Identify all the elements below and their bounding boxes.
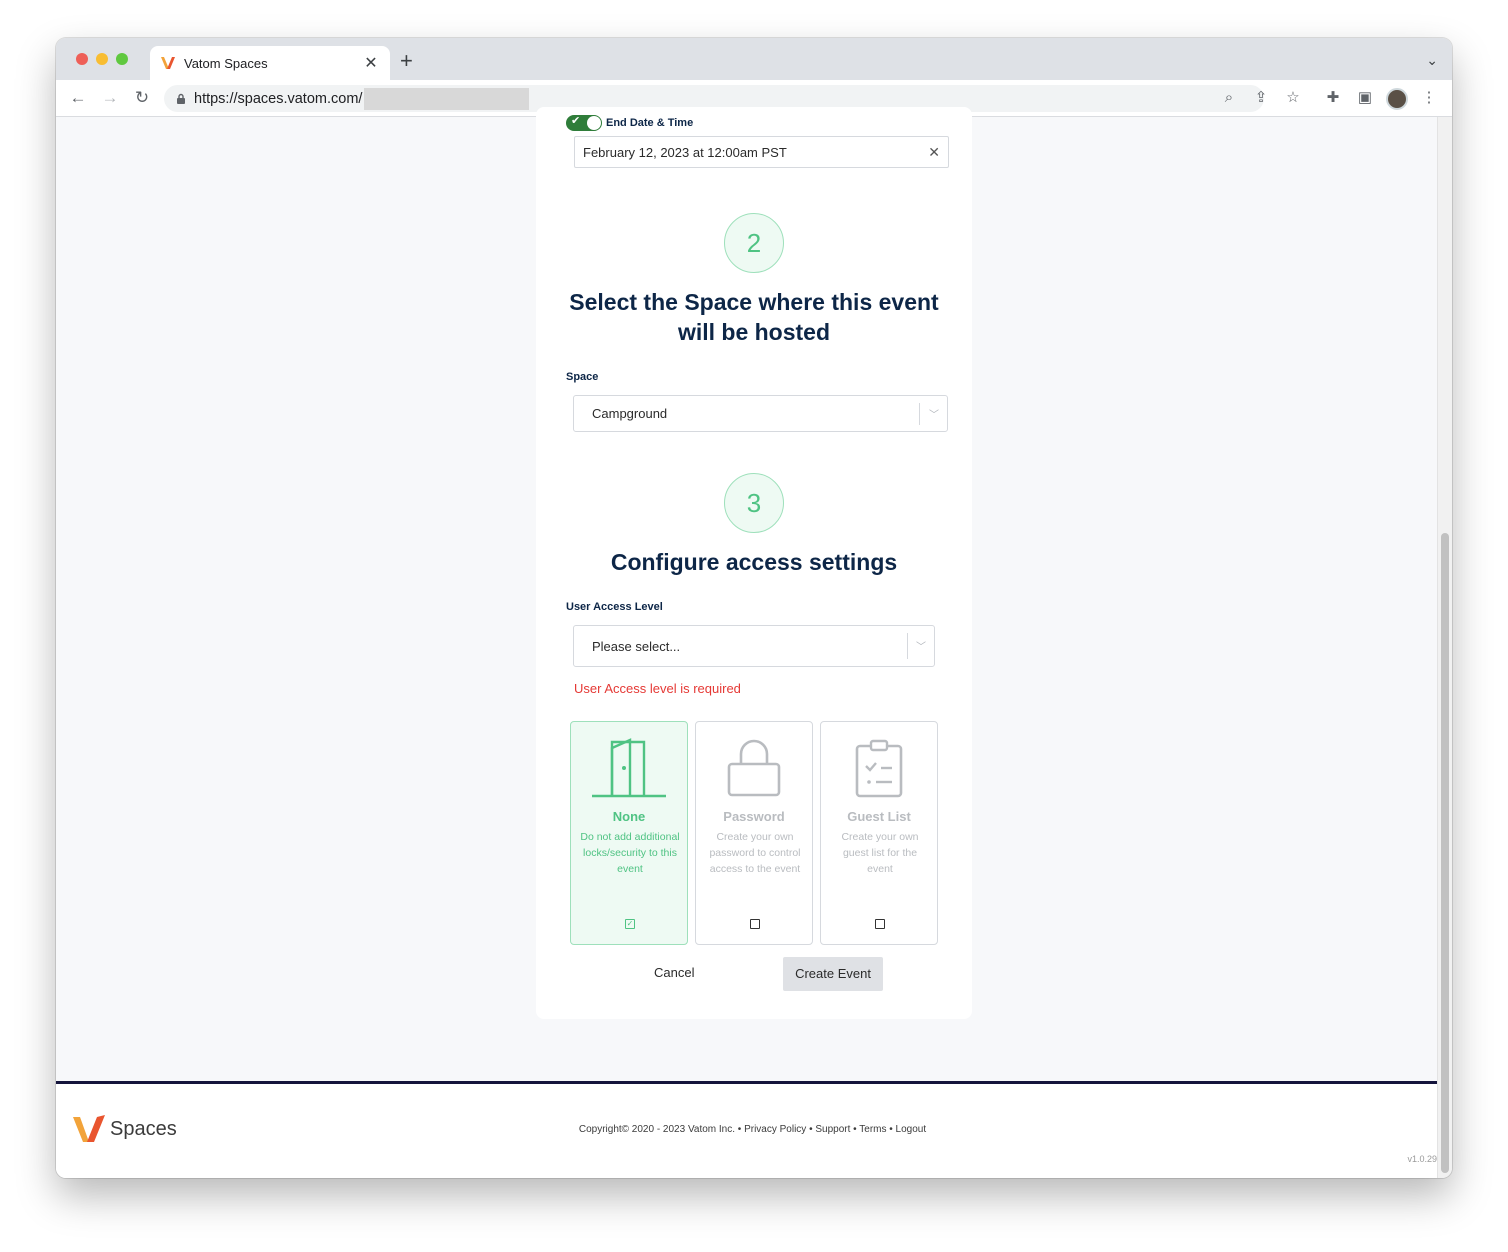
tab-close-icon[interactable]: ✕ [362,53,380,73]
back-arrow-icon[interactable]: ← [68,88,88,108]
access-option-none[interactable]: None Do not add additional locks/securit… [570,721,688,945]
option-description: Create your own password to control acce… [709,831,801,875]
checkbox-checked-icon[interactable]: ✓ [625,919,635,929]
space-label: Space [566,371,599,383]
create-event-button[interactable]: Create Event [783,957,883,991]
page-scrollbar[interactable] [1437,117,1452,1178]
access-level-placeholder: Please select... [592,638,681,654]
option-title: Password [723,809,785,824]
footer-links[interactable]: Copyright© 2020 - 2023 Vatom Inc. • Priv… [56,1124,1449,1135]
space-select[interactable]: Campground ﹀ [573,395,948,432]
extensions-puzzle-icon[interactable]: ✚ [1324,89,1342,107]
option-title: None [612,809,646,824]
access-level-select[interactable]: Please select... ﹀ [573,625,935,667]
vatom-favicon-icon [161,57,175,69]
page-viewport: ✔ End Date & Time February 12, 2023 at 1… [56,107,1437,1178]
option-description: Do not add additional locks/security to … [580,831,680,875]
clipboard-checklist-icon [855,739,903,798]
tab-title: Vatom Spaces [184,55,268,71]
end-date-toggle[interactable]: ✔ [566,115,602,131]
close-window-button[interactable] [76,53,88,65]
create-event-form: ✔ End Date & Time February 12, 2023 at 1… [536,107,972,1019]
app-version: v1.0.29 [1407,1154,1437,1164]
toggle-check-icon: ✔ [571,115,581,127]
side-panel-icon[interactable]: ▣ [1356,89,1374,107]
clear-date-icon[interactable]: ✕ [928,144,940,161]
space-select-value: Campground [592,406,668,421]
reload-icon[interactable]: ↻ [132,88,152,108]
maximize-window-button[interactable] [116,53,128,65]
option-title: Guest List [847,809,911,824]
zoom-icon[interactable]: ⌕ [1220,89,1238,107]
new-tab-icon[interactable]: + [400,50,413,72]
checkbox-unchecked-icon[interactable] [750,919,760,929]
access-level-error: User Access level is required [574,681,741,696]
share-icon[interactable]: ⇪ [1252,89,1270,107]
option-description: Create your own guest list for the event [841,831,919,875]
chevron-down-icon: ﹀ [916,641,926,653]
tab-vatom-spaces[interactable]: Vatom Spaces ✕ [150,46,390,80]
bookmark-star-icon[interactable]: ☆ [1284,89,1302,107]
url-text: https://spaces.vatom.com/ [194,90,363,107]
lock-icon [177,93,185,104]
chevron-down-icon: ﹀ [929,409,939,421]
end-date-label: End Date & Time [606,117,694,129]
profile-avatar[interactable] [1386,88,1408,110]
tab-search-chevron-icon[interactable]: ⌄ [1426,52,1438,69]
browser-window: Vatom Spaces ✕ + ⌄ ← → ↻ https://spaces.… [56,38,1452,1178]
end-date-value: February 12, 2023 at 12:00am PST [583,144,787,160]
step-2-indicator: 2 [724,213,784,273]
checkbox-unchecked-icon[interactable] [875,919,885,929]
step-2-heading: Select the Space where this event will b… [569,289,939,345]
padlock-icon [727,739,781,797]
step-3-indicator: 3 [724,473,784,533]
end-date-input[interactable]: February 12, 2023 at 12:00am PST ✕ [574,136,949,168]
access-option-password[interactable]: Password Create your own password to con… [695,721,813,945]
tab-bar: Vatom Spaces ✕ + ⌄ [56,38,1452,80]
minimize-window-button[interactable] [96,53,108,65]
access-level-label: User Access Level [566,601,663,613]
door-icon [592,738,666,798]
access-option-guest-list[interactable]: Guest List Create your own guest list fo… [820,721,938,945]
url-redacted [364,87,530,110]
browser-menu-icon[interactable]: ⋮ [1420,89,1438,107]
page-footer: Spaces Copyright© 2020 - 2023 Vatom Inc.… [56,1084,1437,1178]
forward-arrow-icon[interactable]: → [100,88,120,108]
step-3-heading: Configure access settings [610,549,898,575]
scrollbar-thumb[interactable] [1441,533,1449,1173]
cancel-button[interactable]: Cancel [646,955,702,990]
